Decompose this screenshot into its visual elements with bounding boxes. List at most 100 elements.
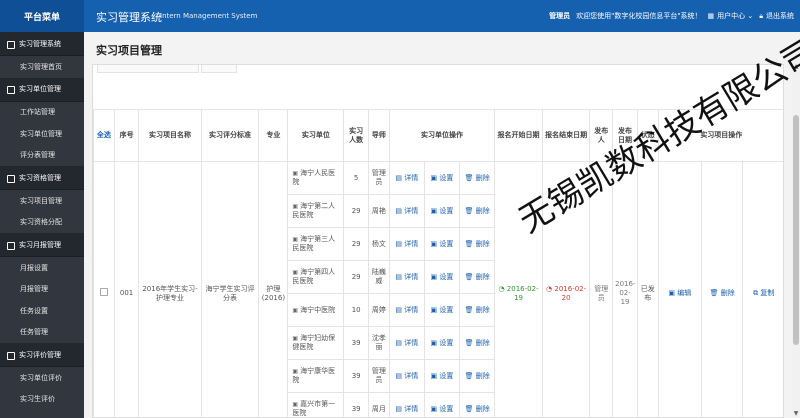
vertical-scrollbar[interactable]: ▲ ▼: [792, 63, 800, 418]
unit-detail-button[interactable]: ▤ 详情: [388, 161, 425, 195]
unit-name-cell: ▣ 海宁人民医院: [287, 161, 345, 195]
filter-button[interactable]: [201, 65, 237, 73]
major: 护理(2016): [258, 161, 289, 417]
sidebar-group-system[interactable]: 实习管理系统: [0, 32, 84, 56]
unit-delete-button[interactable]: 🗑︎ 删除: [459, 293, 496, 327]
sidebar-item-home[interactable]: 实习管理首页: [0, 56, 84, 78]
detail-icon: ▤: [395, 305, 405, 314]
unit-delete-button[interactable]: 🗑︎ 删除: [459, 326, 496, 360]
unit-detail-button[interactable]: ▤ 详情: [388, 326, 425, 360]
unit-detail-button[interactable]: ▤ 详情: [388, 260, 425, 294]
copy-button[interactable]: ⧉ 复制: [742, 161, 783, 417]
detail-label: 详情: [404, 173, 419, 182]
sidebar-group-unit[interactable]: 实习单位管理: [0, 77, 84, 102]
trash-icon: 🗑︎: [464, 206, 476, 215]
edit-label: 编辑: [677, 289, 692, 298]
unit-name: 海宁第三人民医院: [292, 235, 336, 252]
major-header: 专业: [258, 109, 289, 162]
unit-delete-button[interactable]: 🗑︎ 删除: [459, 161, 496, 195]
top-right-area: 管理员 欢迎您使用"数字化校园信息平台"系统！ ▦ 用户中心 ⌄ 🔒︎ 退出系统: [549, 11, 794, 21]
detail-label: 详情: [404, 206, 419, 215]
detail-label: 详情: [404, 305, 419, 314]
detail-label: 详情: [404, 404, 419, 413]
trash-icon: 🗑︎: [464, 239, 476, 248]
detail-icon: ▤: [395, 173, 405, 182]
unit-setting-button[interactable]: ▣ 设置: [423, 260, 461, 294]
unit-name-cell: ▣ 海宁妇幼保健医院: [287, 326, 345, 360]
unit-setting-button[interactable]: ▣ 设置: [423, 326, 461, 360]
sidebar-group-monthly[interactable]: 实习月报管理: [0, 233, 84, 257]
unit-delete-button[interactable]: 🗑︎ 删除: [459, 359, 496, 393]
sidebar-item-unit-eval[interactable]: 实习单位评价: [0, 367, 84, 389]
platform-menu-brand[interactable]: 平台菜单: [0, 0, 84, 32]
scroll-thumb[interactable]: [793, 115, 799, 345]
filter-input[interactable]: [97, 65, 199, 73]
sidebar-group-qualification[interactable]: 实习资格管理: [0, 166, 84, 190]
unit-detail-button[interactable]: ▤ 详情: [388, 227, 425, 261]
unit-detail-button[interactable]: ▤ 详情: [388, 359, 425, 393]
sidebar-item-unit[interactable]: 实习单位管理: [0, 123, 84, 145]
sidebar-item-score-table[interactable]: 评分表管理: [0, 145, 84, 167]
sidebar-group-label: 实习月报管理: [19, 240, 61, 249]
logout-label: 退出系统: [766, 12, 794, 20]
unit-count: 29: [343, 194, 370, 228]
sidebar-item-student-eval[interactable]: 实习生评价: [0, 389, 84, 411]
sidebar-item-monthly-setting[interactable]: 月报设置: [0, 257, 84, 279]
unit-setting-button[interactable]: ▣ 设置: [423, 161, 461, 195]
trash-icon: 🗑︎: [464, 305, 476, 314]
row-checkbox[interactable]: [99, 288, 108, 297]
star-icon: [6, 351, 15, 360]
select-all-header[interactable]: 全选: [93, 109, 115, 162]
sidebar-group-evaluation[interactable]: 实习评价管理: [0, 343, 84, 367]
unit-setting-button[interactable]: ▣ 设置: [423, 194, 461, 228]
sidebar-item-task-manage[interactable]: 任务管理: [0, 322, 84, 344]
sidebar-item-workstation[interactable]: 工作站管理: [0, 102, 84, 124]
sidebar-item-monthly-manage[interactable]: 月报管理: [0, 279, 84, 301]
unit-delete-button[interactable]: 🗑︎ 删除: [459, 260, 496, 294]
unit-setting-button[interactable]: ▣ 设置: [423, 392, 461, 417]
delete-label: 删除: [720, 289, 735, 298]
unit-detail-button[interactable]: ▤ 详情: [388, 392, 425, 417]
edit-button[interactable]: ▣ 编辑: [657, 161, 703, 417]
row-index: 001: [113, 161, 140, 417]
unit-name: 海宁第四人民医院: [292, 268, 336, 285]
start-date: 2016-02-19: [506, 284, 539, 302]
unit-name-cell: ▣ 海宁第二人民医院: [287, 194, 345, 228]
user-center-link[interactable]: ▦ 用户中心 ⌄: [708, 11, 754, 21]
unit-sub-row: 001 2016年学生实习-护理专业 海宁学生实习评分表 护理(2016) ▣ 海宁人民医…: [93, 161, 783, 417]
name-header: 实习项目名称: [138, 109, 202, 162]
scroll-down-icon[interactable]: ▼: [792, 410, 800, 418]
calendar-icon: [6, 241, 15, 250]
delete-label: 删除: [475, 305, 490, 314]
sidebar-item-qualification-assign[interactable]: 实习资格分配: [0, 212, 84, 234]
unit-delete-button[interactable]: 🗑︎ 删除: [459, 227, 496, 261]
unit-setting-button[interactable]: ▣ 设置: [423, 359, 461, 393]
unit-detail-button[interactable]: ▤ 详情: [388, 293, 425, 327]
status: 已发布: [636, 161, 659, 417]
sidebar-item-project[interactable]: 实习项目管理: [0, 190, 84, 212]
sidebar-group-label: 实习单位管理: [19, 85, 61, 93]
delete-label: 删除: [475, 404, 490, 413]
building-icon: ▣: [292, 269, 299, 277]
logout-link[interactable]: 🔒︎ 退出系统: [759, 11, 794, 21]
detail-icon: ▤: [395, 239, 405, 248]
sidebar-item-task-setting[interactable]: 任务设置: [0, 300, 84, 322]
delete-button[interactable]: 🗑︎ 删除: [701, 161, 744, 417]
unit-delete-button[interactable]: 🗑︎ 删除: [459, 392, 496, 417]
standard-header: 实习评分标准: [200, 109, 260, 162]
unit-name-cell: ▣ 海宁中医院: [287, 293, 345, 327]
certificate-icon: [6, 174, 15, 183]
unit-mentor: 杨文: [368, 227, 390, 261]
row-checkbox-cell: [93, 161, 115, 417]
detail-icon: ▤: [395, 272, 405, 281]
unit-delete-button[interactable]: 🗑︎ 删除: [459, 194, 496, 228]
unit-detail-button[interactable]: ▤ 详情: [388, 194, 425, 228]
trash-icon: 🗑︎: [464, 338, 476, 347]
clock-icon: ◔: [498, 284, 507, 293]
unit-setting-button[interactable]: ▣ 设置: [423, 293, 461, 327]
building-icon: ▣: [292, 401, 299, 409]
unit-count: 39: [343, 359, 370, 393]
unit-setting-button[interactable]: ▣ 设置: [423, 227, 461, 261]
sidebar-group-label: 实习管理系统: [19, 39, 61, 48]
building-icon: [6, 85, 15, 94]
